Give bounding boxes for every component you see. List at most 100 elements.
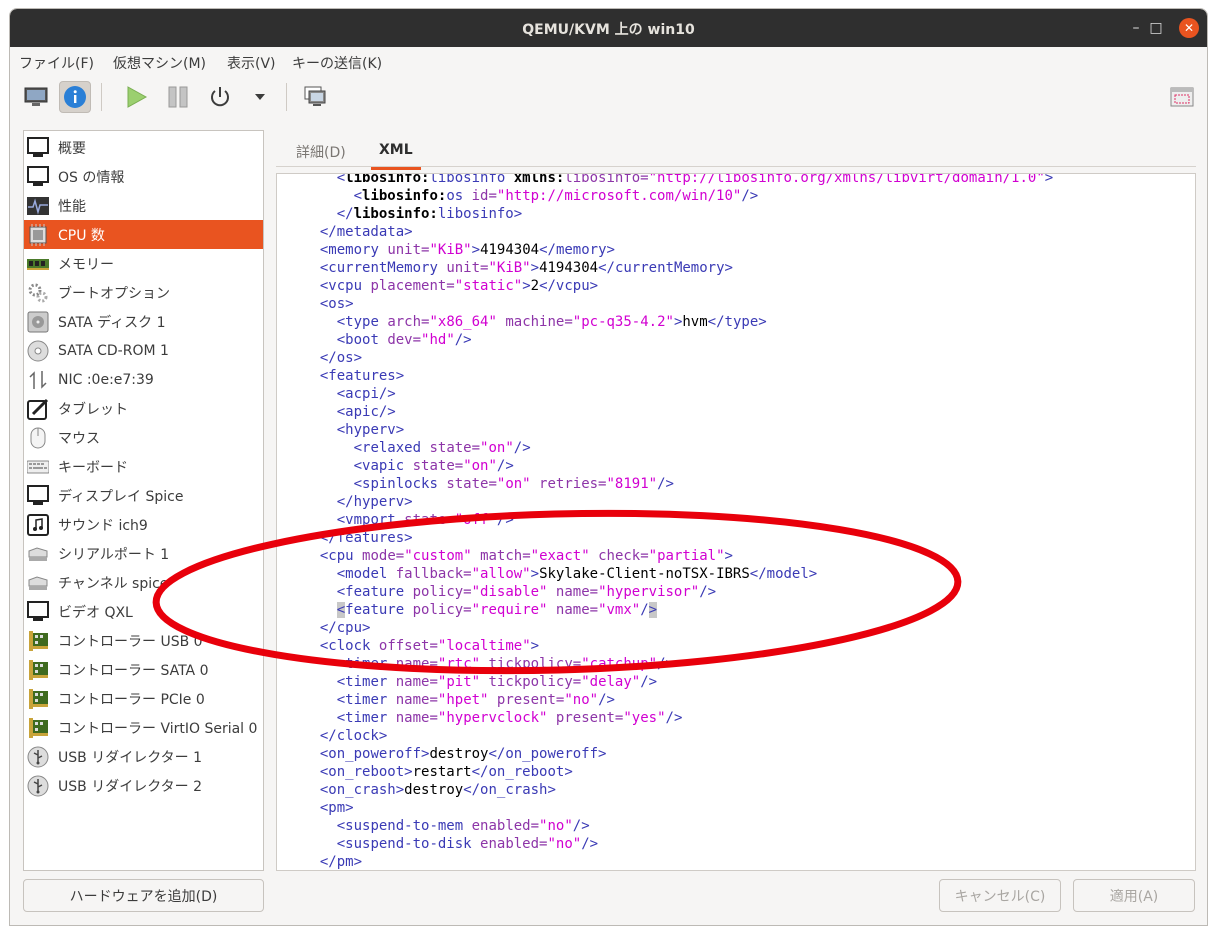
monitor-icon[interactable] — [20, 81, 52, 113]
sidebar-item[interactable]: USB リダイレクター 2 — [24, 771, 263, 800]
sidebar-item-label: ブートオプション — [58, 285, 170, 302]
maximize-icon[interactable]: □ — [1146, 18, 1166, 38]
add-hardware-button[interactable]: ハードウェアを追加(D) — [23, 879, 264, 912]
controller-icon — [26, 629, 50, 653]
sidebar-item-label: マウス — [58, 430, 100, 447]
close-icon[interactable]: ✕ — [1179, 18, 1199, 38]
display-icon — [26, 484, 50, 508]
sidebar-item-label: SATA CD-ROM 1 — [58, 342, 169, 359]
usb-icon — [26, 745, 50, 769]
sidebar-item-label: キーボード — [58, 459, 128, 476]
disk-icon — [26, 310, 50, 334]
sidebar-item-label: コントローラー SATA 0 — [58, 662, 209, 679]
sidebar-item[interactable]: タブレット — [24, 394, 263, 423]
sidebar-item-label: ディスプレイ Spice — [58, 488, 184, 505]
sidebar-item-label: ビデオ QXL — [58, 604, 133, 621]
sidebar-item[interactable]: チャンネル spice — [24, 568, 263, 597]
sidebar-item[interactable]: コントローラー USB 0 — [24, 626, 263, 655]
sidebar-item-label: 概要 — [58, 140, 86, 157]
sidebar-item[interactable]: NIC :0e:e7:39 — [24, 365, 263, 394]
menu-file[interactable]: ファイル(F) — [19, 53, 94, 73]
sidebar-item[interactable]: SATA ディスク 1 — [24, 307, 263, 336]
sidebar-item-label: メモリー — [58, 256, 114, 273]
sidebar-item-label: 性能 — [58, 198, 86, 215]
fullscreen-icon[interactable] — [1166, 81, 1198, 113]
memory-icon — [26, 252, 50, 276]
sidebar-item[interactable]: OS の情報 — [24, 162, 263, 191]
sidebar-item[interactable]: 概要 — [24, 133, 263, 162]
sidebar-item[interactable]: シリアルポート 1 — [24, 539, 263, 568]
toolbar-separator — [286, 83, 287, 111]
serial-icon — [26, 542, 50, 566]
sidebar-item-label: サウンド ich9 — [58, 517, 148, 534]
sidebar-item-label: シリアルポート 1 — [58, 546, 170, 563]
sidebar-item-label: コントローラー USB 0 — [58, 633, 203, 650]
sidebar-item[interactable]: キーボード — [24, 452, 263, 481]
dropdown-icon[interactable] — [244, 81, 276, 113]
os-info-icon — [26, 165, 50, 189]
xml-editor[interactable]: <libosinfo:libosinfo xmlns:libosinfo="ht… — [276, 173, 1196, 871]
sidebar-item[interactable]: USB リダイレクター 1 — [24, 742, 263, 771]
minimize-icon[interactable]: – — [1126, 18, 1146, 38]
info-icon[interactable] — [59, 81, 91, 113]
menu-vm[interactable]: 仮想マシン(M) — [113, 53, 206, 73]
usb-icon — [26, 774, 50, 798]
menu-view[interactable]: 表示(V) — [227, 53, 276, 73]
network-icon — [26, 368, 50, 392]
cpu-icon — [26, 223, 50, 247]
toolbar-separator — [101, 83, 102, 111]
mouse-icon — [26, 426, 50, 450]
sidebar-item[interactable]: SATA CD-ROM 1 — [24, 336, 263, 365]
sidebar-item-label: コントローラー VirtIO Serial 0 — [58, 720, 258, 737]
channel-icon — [26, 571, 50, 595]
tab-details[interactable]: 詳細(D) — [296, 142, 346, 162]
sidebar-item[interactable]: サウンド ich9 — [24, 510, 263, 539]
menu-bar: ファイル(F) 仮想マシン(M) 表示(V) キーの送信(K) — [10, 47, 1207, 75]
hardware-list[interactable]: 概要 OS の情報 性能 CPU 数メモリーブートオプション SATA ディスク 1 SA… — [23, 130, 264, 871]
sidebar-item[interactable]: 性能 — [24, 191, 263, 220]
sidebar-item-label: チャンネル spice — [58, 575, 169, 592]
title-bar[interactable]: QEMU/KVM 上の win10 – □ ✕ — [10, 9, 1207, 47]
snapshot-icon[interactable] — [299, 81, 331, 113]
play-icon[interactable] — [120, 81, 152, 113]
controller-icon — [26, 687, 50, 711]
power-icon[interactable] — [204, 81, 236, 113]
apply-button[interactable]: 適用(A) — [1073, 879, 1195, 912]
cancel-button[interactable]: キャンセル(C) — [939, 879, 1061, 912]
xml-code[interactable]: <libosinfo:libosinfo xmlns:libosinfo="ht… — [303, 174, 1053, 870]
video-icon — [26, 600, 50, 624]
sidebar-item-label: USB リダイレクター 2 — [58, 778, 202, 795]
sidebar-item-label: OS の情報 — [58, 169, 125, 186]
vm-details-window: QEMU/KVM 上の win10 – □ ✕ ファイル(F) 仮想マシン(M)… — [9, 8, 1208, 926]
sidebar-item[interactable]: コントローラー SATA 0 — [24, 655, 263, 684]
controller-icon — [26, 716, 50, 740]
sidebar-item[interactable]: マウス — [24, 423, 263, 452]
keyboard-icon — [26, 455, 50, 479]
sidebar-item-label: NIC :0e:e7:39 — [58, 371, 154, 388]
window-title: QEMU/KVM 上の win10 — [522, 22, 695, 38]
sidebar-item[interactable]: コントローラー VirtIO Serial 0 — [24, 713, 263, 742]
controller-icon — [26, 658, 50, 682]
pause-icon[interactable] — [162, 81, 194, 113]
cdrom-icon — [26, 339, 50, 363]
tab-xml[interactable]: XML — [371, 142, 421, 170]
tab-bar: 詳細(D) XML — [276, 133, 1196, 170]
sidebar-item[interactable]: ブートオプション — [24, 278, 263, 307]
sidebar-item[interactable]: ディスプレイ Spice — [24, 481, 263, 510]
sidebar-item[interactable]: CPU 数 — [24, 220, 263, 249]
overview-icon — [26, 136, 50, 160]
sidebar-item-label: タブレット — [58, 401, 128, 418]
sidebar-item[interactable]: コントローラー PCIe 0 — [24, 684, 263, 713]
sidebar-item[interactable]: メモリー — [24, 249, 263, 278]
sidebar-item-label: SATA ディスク 1 — [58, 314, 166, 331]
sound-icon — [26, 513, 50, 537]
performance-icon — [26, 194, 50, 218]
sidebar-item[interactable]: ビデオ QXL — [24, 597, 263, 626]
boot-icon — [26, 281, 50, 305]
toolbar — [10, 75, 1207, 119]
menu-send-key[interactable]: キーの送信(K) — [292, 53, 382, 73]
tablet-icon — [26, 397, 50, 421]
sidebar-item-label: コントローラー PCIe 0 — [58, 691, 205, 708]
sidebar-item-label: USB リダイレクター 1 — [58, 749, 202, 766]
sidebar-item-label: CPU 数 — [58, 227, 105, 244]
